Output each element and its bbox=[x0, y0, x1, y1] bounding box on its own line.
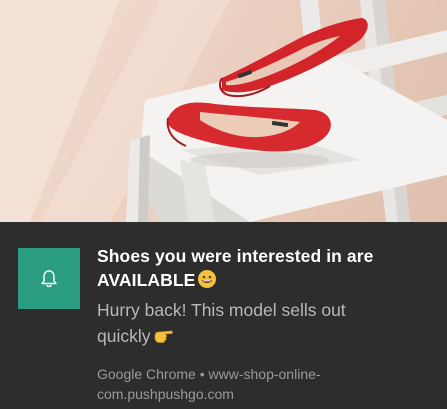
source-line-2: com.pushpushgo.com bbox=[97, 386, 234, 402]
push-notification[interactable]: Shoes you were interested in are AVAILAB… bbox=[0, 0, 447, 409]
message-line-2: quickly bbox=[97, 326, 151, 346]
red-shoes-on-chair-image bbox=[0, 0, 447, 222]
title-line-2: AVAILABLE bbox=[97, 270, 196, 290]
title-line-1: Shoes you were interested in are bbox=[97, 246, 374, 266]
grinning-face-icon bbox=[197, 269, 217, 295]
message-line-1: Hurry back! This model sells out bbox=[97, 300, 346, 320]
notification-hero-image[interactable] bbox=[0, 0, 447, 222]
source-line-1: Google Chrome • www-shop-online- bbox=[97, 366, 321, 382]
notification-title: Shoes you were interested in are AVAILAB… bbox=[97, 244, 437, 295]
bell-icon bbox=[41, 269, 57, 287]
notification-text: Shoes you were interested in are AVAILAB… bbox=[97, 244, 437, 404]
notification-message: Hurry back! This model sells out quickly bbox=[97, 297, 437, 352]
app-icon bbox=[18, 248, 80, 309]
notification-source: Google Chrome • www-shop-online- com.pus… bbox=[97, 364, 437, 404]
pointing-hand-icon bbox=[153, 326, 175, 352]
